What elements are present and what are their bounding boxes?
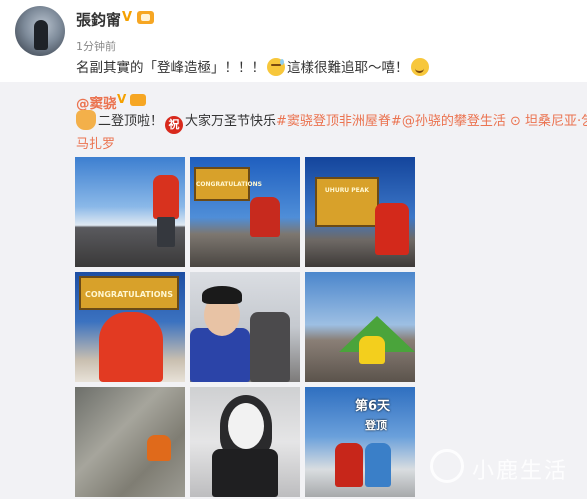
level-badge-icon <box>137 11 154 24</box>
photo-thumbnail-2[interactable]: CONGRATULATIONS <box>190 157 300 267</box>
sign-text: UHURU PEAK <box>324 187 370 194</box>
climber-figure <box>365 443 391 487</box>
post-text-part2: 這樣很難追耶～嘻！ <box>287 60 409 76</box>
dark-coat <box>212 449 278 497</box>
climber-figure <box>99 312 163 382</box>
rock-hand-emoji-icon <box>76 110 96 130</box>
climber-figure <box>375 203 409 255</box>
photo-thumbnail-1[interactable] <box>75 157 185 267</box>
sweat-emoji-icon <box>267 58 285 76</box>
repost-text-line1: 二登顶啦！祝大家万圣节快乐#窦骁登顶非洲屋脊#@孙骁的攀登生活 ⊙ 坦桑尼亚·乞… <box>76 110 587 134</box>
photo-thumbnail-5[interactable] <box>190 272 300 382</box>
jacket-figure <box>190 328 250 382</box>
photo-thumbnail-8[interactable] <box>190 387 300 497</box>
avatar-figure <box>34 20 48 50</box>
climber-figure <box>153 175 179 219</box>
smirk-emoji-icon <box>410 58 429 76</box>
repost-level-badge-icon <box>130 94 146 106</box>
summit-sign <box>315 177 379 227</box>
repost-username[interactable]: @窦骁 <box>76 92 117 112</box>
repost-verified-icon: V <box>117 92 127 106</box>
post-username[interactable]: 張鈞甯 <box>76 9 121 30</box>
photo-thumbnail-6[interactable] <box>305 272 415 382</box>
photo-thumbnail-7[interactable] <box>75 387 185 497</box>
hair <box>202 286 242 304</box>
climber-figure <box>147 435 171 461</box>
watermark: 小鹿生活 <box>430 447 580 487</box>
hashtag-link[interactable]: #窦骁登顶非洲屋脊# <box>276 114 402 129</box>
sign-text: CONGRATULATIONS <box>85 290 173 299</box>
face <box>228 403 264 449</box>
climber-legs <box>157 217 175 247</box>
post-timestamp[interactable]: 1分钟前 <box>76 38 116 54</box>
climber-figure <box>335 443 363 487</box>
location-pin-icon: ⊙ <box>509 114 521 129</box>
sign-text: CONGRATULATIONS <box>196 181 262 188</box>
location-link-continued[interactable]: 马扎罗 <box>76 133 115 152</box>
watermark-logo-icon <box>430 449 464 483</box>
photo-thumbnail-9[interactable]: 第6天 登顶 <box>305 387 415 497</box>
user-avatar[interactable] <box>15 6 65 56</box>
repost-text-a: 二登顶啦！ <box>98 114 164 129</box>
post-text: 名副其實的「登峰造極」！！！ 這樣很難追耶～嘻！ <box>76 56 431 76</box>
post-text-part1: 名副其實的「登峰造極」！！！ <box>76 60 265 76</box>
climber-figure <box>359 336 385 364</box>
photo-overlay-text: 第6天 <box>355 399 391 414</box>
repost-text-b: 大家万圣节快乐 <box>185 114 277 129</box>
mention-link[interactable]: @孙骁的攀登生活 <box>402 114 506 129</box>
verified-icon: V <box>122 10 133 25</box>
location-link[interactable]: 坦桑尼亚·乞力 <box>525 114 587 129</box>
guide-figure <box>250 312 290 382</box>
photo-overlay-text: 登顶 <box>365 419 387 432</box>
climber-figure <box>250 197 280 237</box>
photo-thumbnail-4[interactable]: CONGRATULATIONS <box>75 272 185 382</box>
photo-thumbnail-3[interactable]: UHURU PEAK <box>305 157 415 267</box>
watermark-text: 小鹿生活 <box>472 459 569 484</box>
zhu-emoji-icon: 祝 <box>165 116 184 134</box>
